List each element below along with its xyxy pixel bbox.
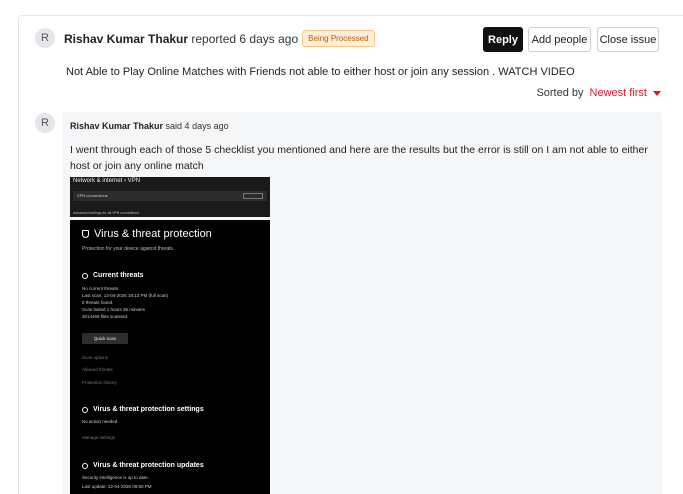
manage-settings-link: Manage settings [82, 435, 116, 440]
settings-heading-text: Virus & threat protection settings [93, 406, 204, 413]
settings-status: No action needed. [82, 419, 119, 424]
ct-line: 3014469 files scanned. [82, 314, 129, 319]
ct-line: No current threats. [82, 286, 120, 291]
issue-description: Not Able to Play Online Matches with Fri… [66, 66, 575, 78]
virus-protection-screenshot[interactable]: Virus & threat protection Protection for… [70, 220, 270, 494]
gear-icon [82, 406, 88, 413]
vpn-footer: Advanced settings for all VPN connection… [73, 211, 139, 215]
quick-scan-button: Quick scan [82, 333, 128, 344]
vpn-screenshot[interactable]: Network & internet › VPN VPN connections… [70, 177, 270, 217]
updates-line: Security intelligence is up to date. [82, 475, 150, 480]
avatar: R [35, 28, 55, 48]
ct-line: Scan lasted 1 hours 36 minutes [82, 307, 146, 312]
sort-control[interactable]: Sorted by Newest first [536, 87, 661, 99]
comment-avatar: R [35, 113, 55, 133]
sync-icon [82, 462, 88, 469]
comment-body: I went through each of those 5 checklist… [70, 144, 648, 172]
comment-time: said 4 days ago [165, 121, 229, 131]
comment-header: Rishav Kumar Thakur said 4 days ago [70, 121, 229, 131]
vpn-row: VPN connections [73, 191, 267, 201]
current-threats-text: Current threats [93, 272, 144, 279]
updates-heading: Virus & threat protection updates [82, 462, 204, 469]
vpn-row-label: VPN connections [77, 193, 108, 198]
virus-title-text: Virus & threat protection [94, 228, 212, 240]
close-issue-button[interactable]: Close issue [597, 27, 659, 52]
allowed-threats-link: Allowed threats [82, 367, 113, 372]
virus-subtitle: Protection for your device against threa… [82, 246, 175, 252]
sort-value[interactable]: Newest first [590, 87, 647, 99]
ct-line: 0 threats found. [82, 300, 114, 305]
updates-line: Last update: 22-04-2026 09:50 PM [82, 484, 152, 489]
ct-line: Last scan: 12-04-2026 19:13 PM (full sca… [82, 293, 169, 298]
issue-header: Rishav Kumar Thakur reported 6 days ago … [64, 30, 375, 47]
protection-history-link: Protection history [82, 380, 117, 385]
virus-title: Virus & threat protection [82, 228, 212, 240]
vpn-toggle [243, 193, 263, 199]
add-people-button[interactable]: Add people [528, 27, 591, 52]
settings-heading: Virus & threat protection settings [82, 406, 204, 413]
current-threats-heading: Current threats [82, 272, 144, 279]
chevron-down-icon[interactable] [653, 90, 661, 96]
scan-options-link: Scan options [82, 355, 109, 360]
refresh-icon [82, 272, 88, 279]
comment-author[interactable]: Rishav Kumar Thakur [70, 121, 163, 131]
issue-author[interactable]: Rishav Kumar Thakur [64, 32, 188, 46]
status-badge: Being Processed [302, 30, 375, 47]
sort-label: Sorted by [536, 87, 584, 99]
issue-reported-time: reported 6 days ago [191, 31, 299, 46]
shield-icon [82, 230, 89, 238]
vpn-breadcrumb: Network & internet › VPN [73, 178, 141, 184]
updates-heading-text: Virus & threat protection updates [93, 462, 204, 469]
reply-button[interactable]: Reply [483, 27, 523, 52]
